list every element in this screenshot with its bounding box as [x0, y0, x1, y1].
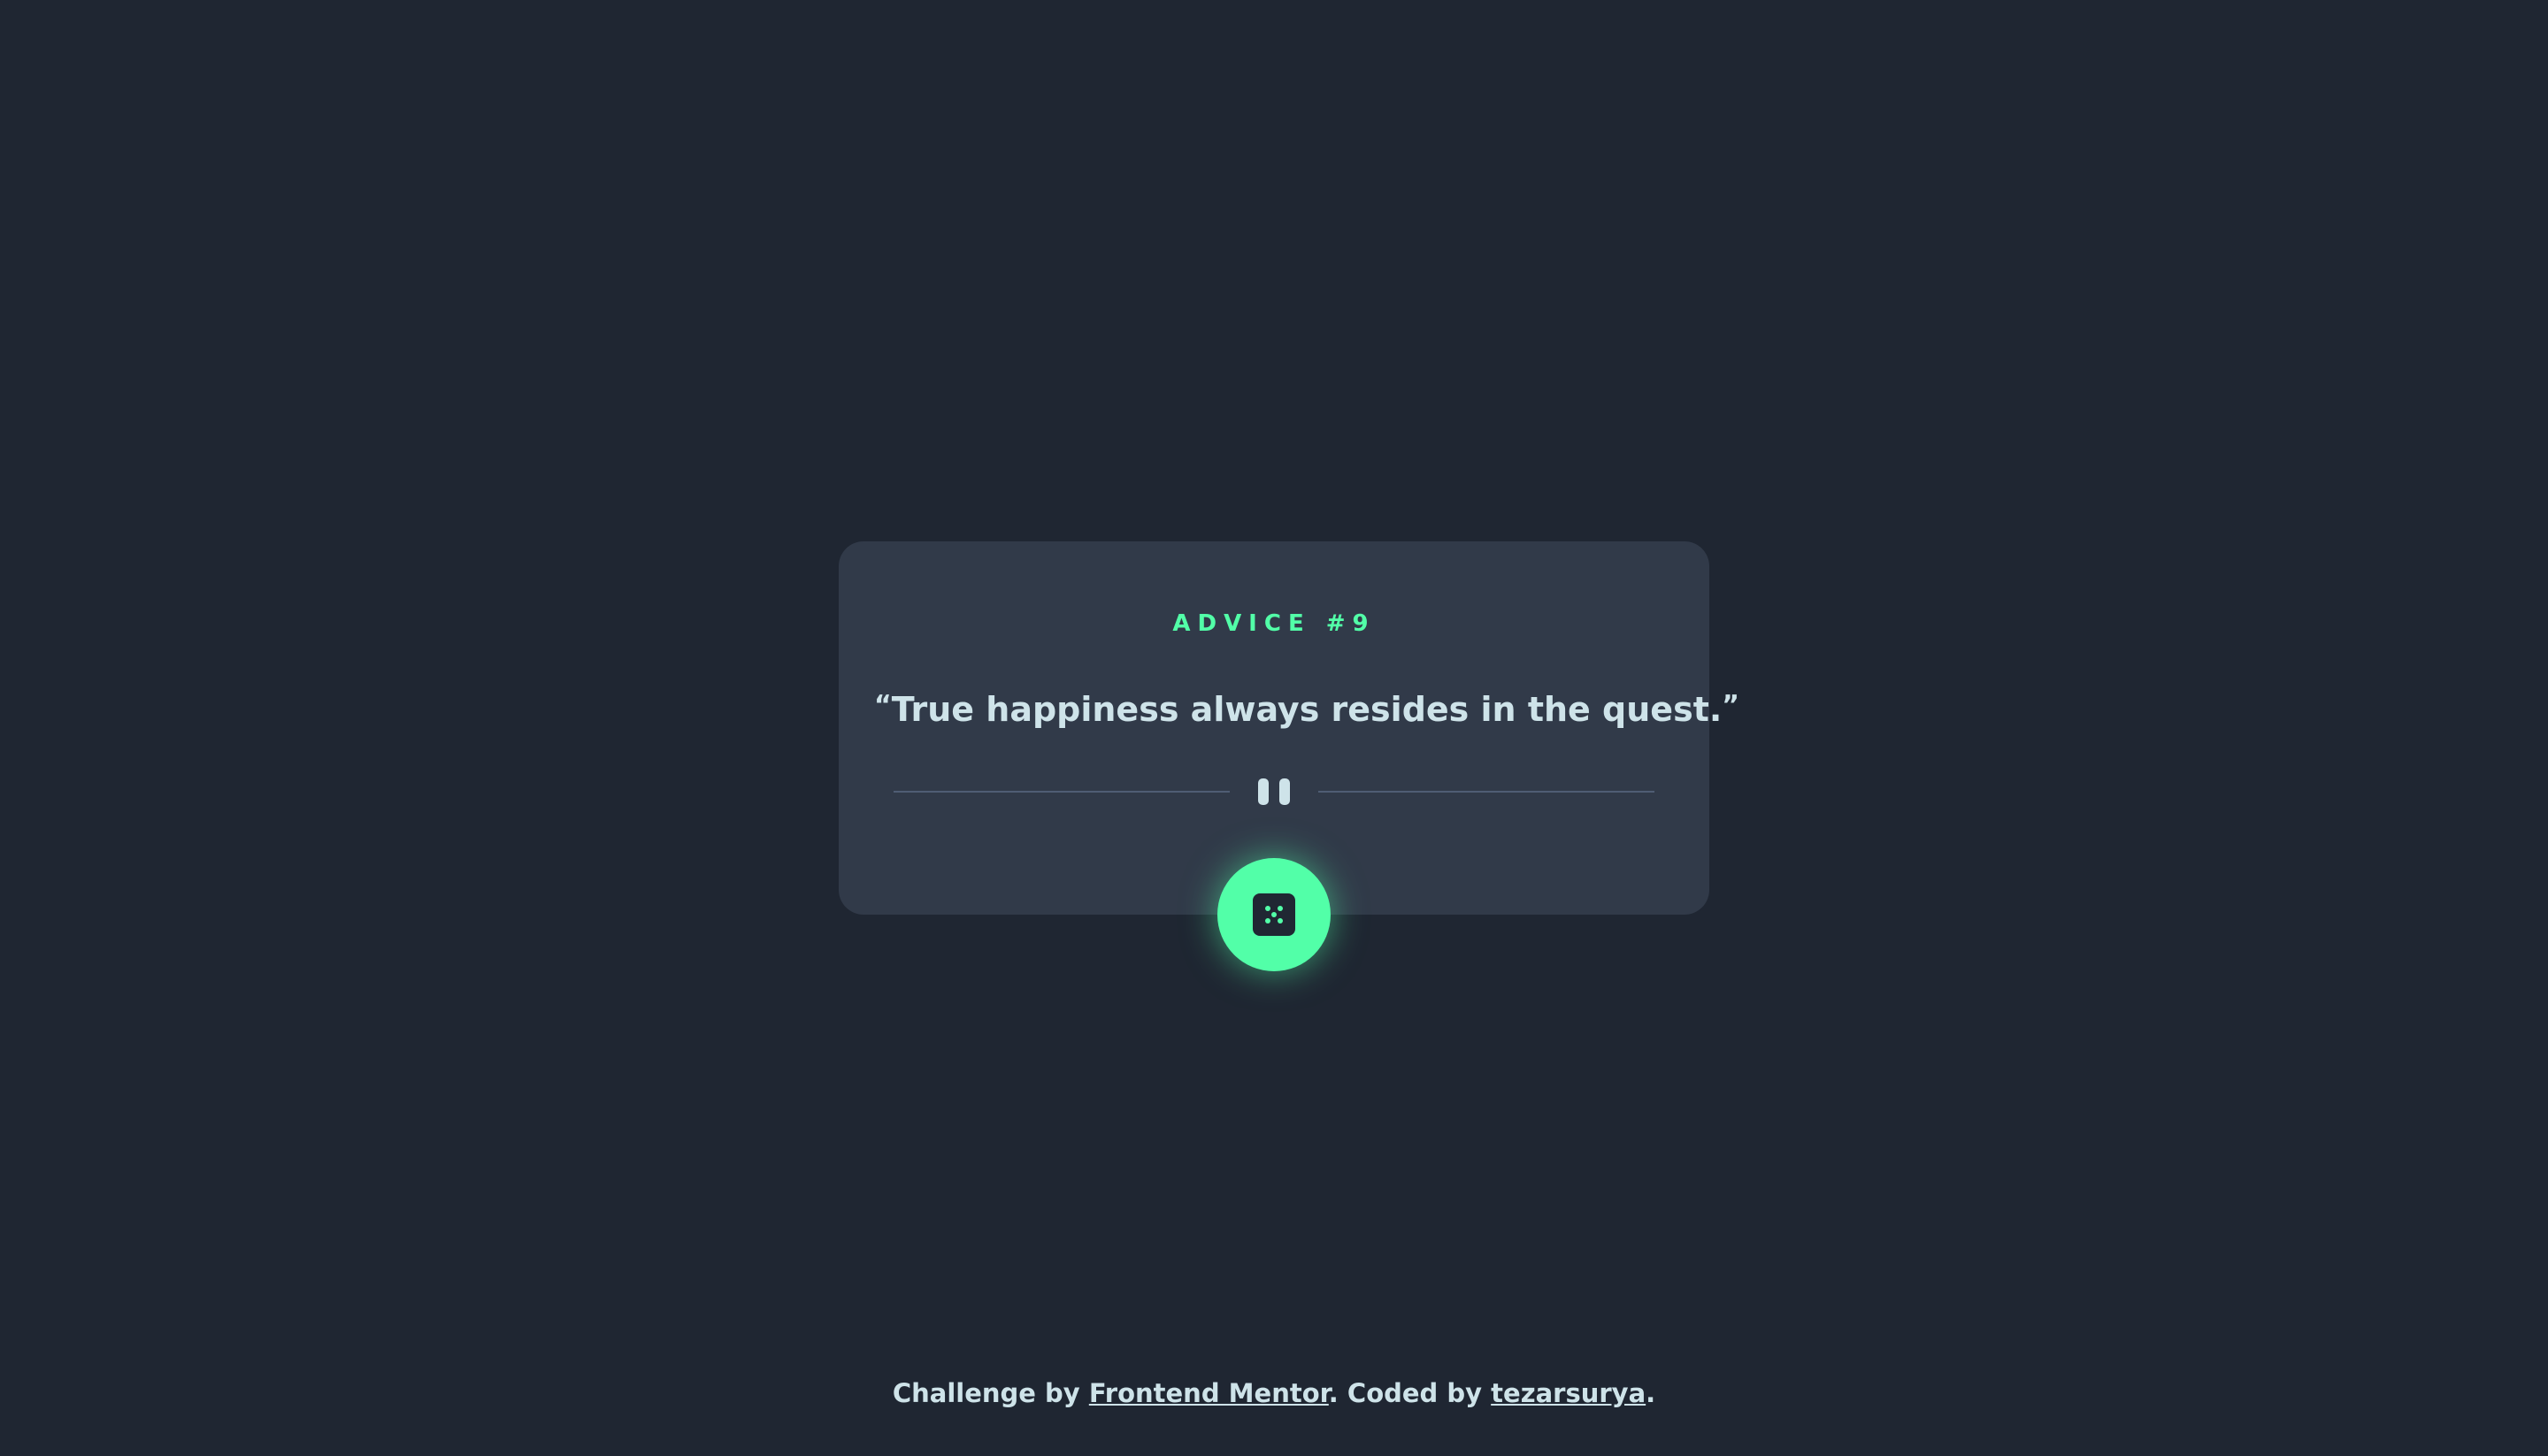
- pause-bar-left: [1258, 778, 1269, 805]
- divider-line-right: [1318, 791, 1654, 793]
- advice-generator-page: ADVICE #9 “True happiness always resides…: [0, 0, 2548, 1456]
- dice-dot: [1278, 918, 1283, 923]
- generate-advice-button[interactable]: [1217, 858, 1331, 971]
- attribution-footer: Challenge by Frontend Mentor. Coded by t…: [0, 1378, 2548, 1409]
- closing-quote: ”: [1722, 690, 1740, 721]
- pattern-divider: [894, 778, 1654, 805]
- dice-dot: [1265, 918, 1270, 923]
- dice-dot: [1278, 906, 1283, 911]
- dice-icon: [1253, 893, 1295, 936]
- frontend-mentor-link[interactable]: Frontend Mentor: [1089, 1378, 1329, 1408]
- divider-line-left: [894, 791, 1230, 793]
- advice-heading: ADVICE #9: [1172, 610, 1376, 637]
- author-link[interactable]: tezarsurya: [1491, 1378, 1646, 1408]
- footer-suffix: .: [1646, 1378, 1656, 1408]
- opening-quote: “: [874, 690, 892, 721]
- dice-dot: [1271, 912, 1277, 917]
- pause-bar-right: [1279, 778, 1290, 805]
- advice-quote: “True happiness always resides in the qu…: [874, 690, 1739, 731]
- footer-middle: . Coded by: [1328, 1378, 1492, 1408]
- advice-text: True happiness always resides in the que…: [891, 690, 1723, 729]
- dice-dot: [1265, 906, 1270, 911]
- footer-prefix: Challenge by: [892, 1378, 1089, 1408]
- pause-icon: [1256, 778, 1292, 805]
